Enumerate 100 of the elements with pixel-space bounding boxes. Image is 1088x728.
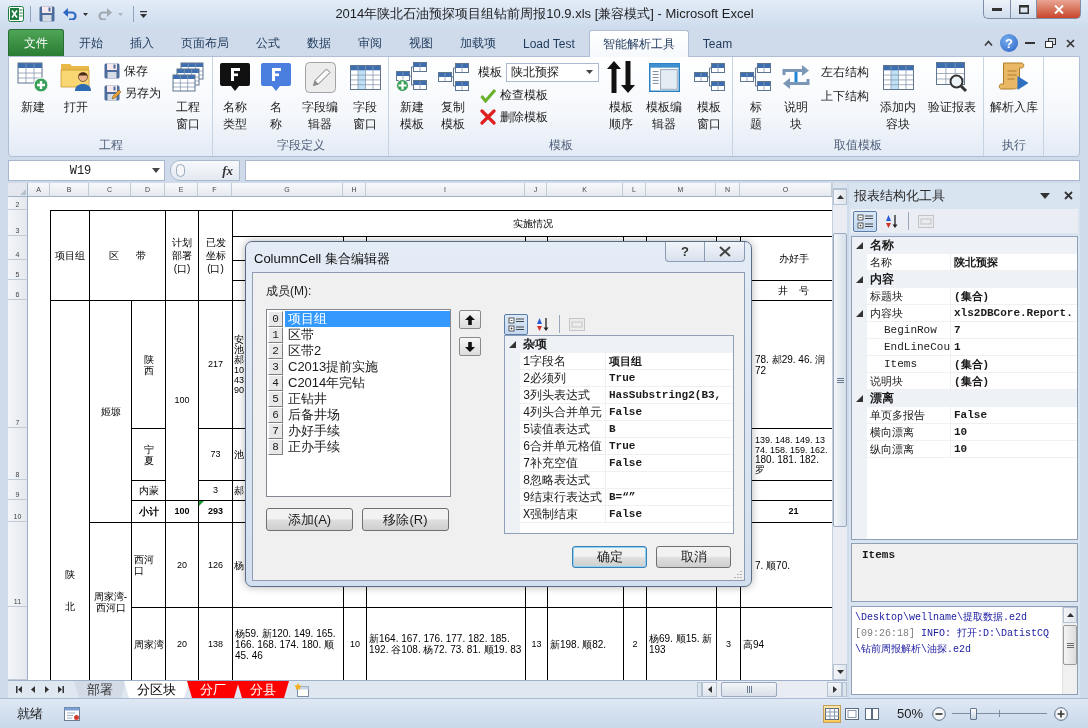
- scroll-thumb[interactable]: [1063, 625, 1077, 665]
- sheet-tab[interactable]: 分厂: [187, 681, 239, 698]
- property-value[interactable]: 陕北预探: [954, 254, 998, 270]
- scroll-thumb[interactable]: [721, 682, 777, 697]
- collapse-icon[interactable]: [856, 276, 863, 283]
- zoom-out-button[interactable]: [931, 706, 946, 721]
- ribbon-button[interactable]: 字段编辑器: [299, 60, 341, 133]
- ribbon-button[interactable]: 上下结构: [819, 85, 871, 107]
- ribbon-button[interactable]: 模板窗口: [691, 60, 727, 133]
- ribbon-tab[interactable]: 插入: [117, 31, 167, 56]
- ribbon-tab[interactable]: 页面布局: [168, 31, 242, 56]
- property-value[interactable]: False: [609, 508, 642, 520]
- ribbon-button[interactable]: 字段窗口: [347, 60, 383, 133]
- zoom-level[interactable]: 50%: [891, 706, 929, 721]
- ribbon-button[interactable]: 验证报表: [925, 60, 978, 116]
- list-item[interactable]: 正办手续: [285, 439, 450, 455]
- ok-button[interactable]: 确定: [572, 546, 647, 568]
- ribbon-button[interactable]: 添加内容块: [877, 60, 919, 133]
- ribbon-button[interactable]: 保存: [101, 61, 163, 81]
- cancel-button[interactable]: 取消: [656, 546, 731, 568]
- ribbon-tab[interactable]: Team: [689, 31, 746, 56]
- save-button[interactable]: [37, 4, 57, 24]
- remove-button[interactable]: 移除(R): [362, 508, 449, 531]
- property-value[interactable]: 1: [954, 341, 961, 353]
- property-value[interactable]: (集合): [954, 288, 990, 304]
- categorized-button[interactable]: [853, 210, 877, 232]
- zoom-in-button[interactable]: [1053, 706, 1068, 721]
- scroll-up-button[interactable]: [833, 189, 847, 205]
- ribbon-tab[interactable]: 开始: [66, 31, 116, 56]
- ribbon-button[interactable]: 工程窗口: [170, 60, 207, 133]
- split-handle[interactable]: [833, 183, 847, 189]
- ribbon-button[interactable]: 名称: [259, 60, 294, 133]
- list-item[interactable]: 后备井场: [285, 407, 450, 423]
- name-box[interactable]: W19: [8, 160, 165, 181]
- property-value[interactable]: B: [609, 423, 616, 435]
- collapse-icon[interactable]: [856, 242, 863, 249]
- ribbon-button[interactable]: 删除模板: [477, 107, 599, 127]
- ribbon-tab[interactable]: 数据: [294, 31, 344, 56]
- minimize-button[interactable]: [983, 0, 1010, 19]
- ribbon-tab[interactable]: 加载项: [447, 31, 509, 56]
- property-value[interactable]: (集合): [954, 373, 990, 389]
- collapse-icon[interactable]: [856, 309, 863, 317]
- insert-function-button[interactable]: fx: [222, 162, 233, 179]
- ribbon-tab[interactable]: 公式: [243, 31, 293, 56]
- ribbon-button[interactable]: 标题: [738, 60, 774, 133]
- ribbon-button[interactable]: 解析入库: [987, 60, 1040, 116]
- sheet-tab[interactable]: 分区块: [124, 681, 189, 698]
- ribbon-tab[interactable]: 视图: [396, 31, 446, 56]
- list-item[interactable]: C2014年完钻: [285, 375, 450, 391]
- sheet-tab[interactable]: 分县: [237, 681, 289, 698]
- template-combo[interactable]: 陕北预探: [505, 62, 599, 82]
- property-value[interactable]: 10: [954, 443, 968, 455]
- ribbon-button[interactable]: 模板顺序: [605, 60, 638, 133]
- move-down-button[interactable]: [459, 337, 481, 356]
- move-up-button[interactable]: [459, 310, 481, 329]
- property-value[interactable]: (集合): [954, 356, 990, 372]
- normal-view-button[interactable]: [823, 704, 841, 723]
- ribbon-button[interactable]: 左右结构: [819, 61, 871, 83]
- ribbon-tab[interactable]: 审阅: [345, 31, 395, 56]
- property-value[interactable]: xls2DBCore.Report.: [954, 307, 1073, 319]
- file-tab[interactable]: 文件: [8, 29, 64, 56]
- formula-input[interactable]: [245, 160, 1080, 181]
- property-value[interactable]: True: [609, 440, 636, 452]
- ribbon-button[interactable]: 名称类型: [218, 60, 253, 133]
- split-handle[interactable]: [842, 682, 847, 697]
- ribbon-button[interactable]: 复制模板: [436, 60, 471, 133]
- scroll-left-button[interactable]: [702, 682, 717, 697]
- help-button[interactable]: ?: [665, 242, 705, 262]
- scroll-thumb[interactable]: [833, 233, 847, 527]
- list-item[interactable]: 正钻井: [285, 391, 450, 407]
- categorized-button[interactable]: [504, 313, 528, 335]
- property-value[interactable]: HasSubstring2(B3,: [609, 389, 722, 401]
- ribbon-button[interactable]: 新建: [14, 60, 51, 116]
- add-button[interactable]: 添加(A): [266, 508, 353, 531]
- property-value[interactable]: B=“”: [609, 491, 636, 503]
- property-value[interactable]: False: [609, 457, 642, 469]
- collapse-icon[interactable]: [509, 341, 516, 348]
- ribbon-tab[interactable]: 智能解析工具: [588, 30, 689, 57]
- ribbon-button[interactable]: 检查模板: [477, 85, 599, 105]
- maximize-button[interactable]: [1010, 0, 1037, 19]
- property-value[interactable]: False: [609, 406, 642, 418]
- property-value[interactable]: True: [609, 372, 636, 384]
- collapse-icon[interactable]: [856, 395, 863, 402]
- property-value[interactable]: False: [954, 409, 987, 421]
- ribbon-button[interactable]: 模板编辑器: [643, 60, 685, 133]
- sheet-tab[interactable]: 部署: [74, 681, 126, 698]
- ribbon-button[interactable]: 说明块: [780, 60, 813, 133]
- macro-record-button[interactable]: [63, 704, 81, 723]
- list-item[interactable]: 区带: [285, 327, 450, 343]
- ribbon-button[interactable]: 打开: [58, 60, 95, 116]
- slider-thumb[interactable]: [969, 707, 977, 720]
- scroll-down-button[interactable]: [833, 664, 847, 680]
- ribbon-tab[interactable]: Load Test: [510, 31, 588, 56]
- close-button[interactable]: [1037, 0, 1081, 19]
- property-value[interactable]: 7: [954, 324, 961, 336]
- scroll-right-button[interactable]: [827, 682, 842, 697]
- property-value[interactable]: 项目组: [609, 353, 642, 369]
- close-button[interactable]: [705, 242, 745, 262]
- property-value[interactable]: 10: [954, 426, 968, 438]
- split-handle[interactable]: [697, 682, 702, 697]
